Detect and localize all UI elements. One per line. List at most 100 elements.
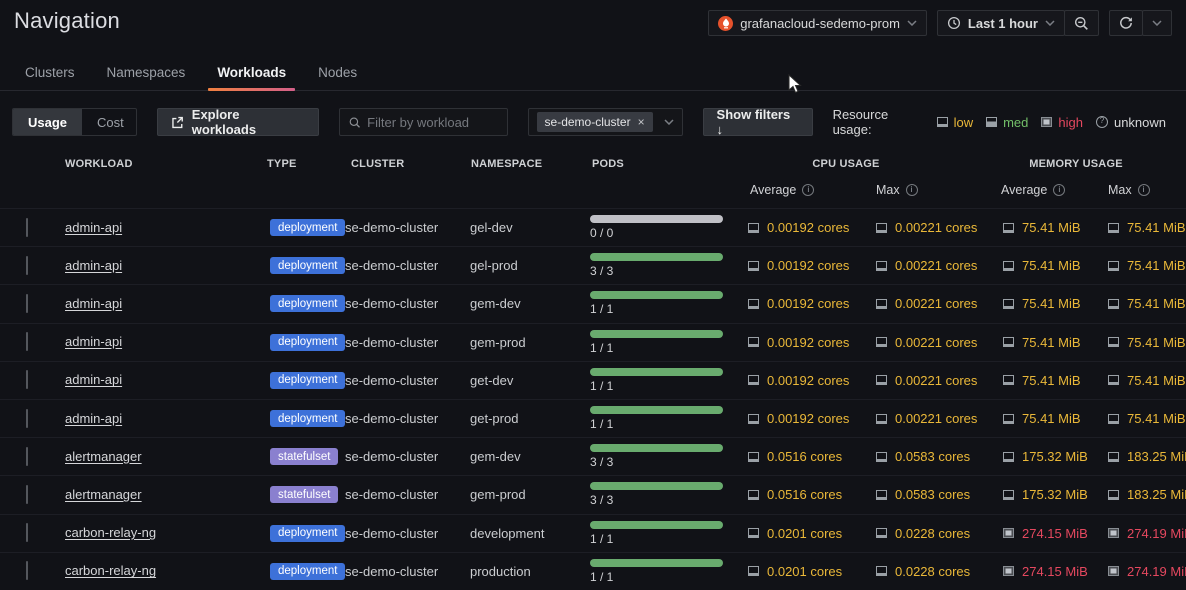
- row-checkbox[interactable]: [26, 332, 28, 351]
- pods-cell: 3 / 3: [590, 444, 748, 469]
- usage-level-icon: [1108, 452, 1119, 462]
- memory-average-cell: 75.41 MiB: [1003, 296, 1108, 311]
- unknown-usage-icon: [1096, 116, 1108, 128]
- col-header-namespace[interactable]: NAMESPACE: [471, 158, 542, 170]
- col-header-memory-average[interactable]: Average: [1001, 183, 1065, 197]
- namespace-cell: gem-prod: [470, 335, 590, 350]
- show-filters-button[interactable]: Show filters ↓: [703, 108, 813, 136]
- col-header-memory-max[interactable]: Max: [1108, 183, 1150, 197]
- usage-level-icon: [1108, 261, 1119, 271]
- workload-link[interactable]: alertmanager: [65, 449, 142, 464]
- pods-cell: 1 / 1: [590, 559, 748, 584]
- legend-unknown-label: unknown: [1114, 115, 1166, 130]
- workload-link[interactable]: admin-api: [65, 220, 122, 235]
- pods-bar: [590, 368, 723, 376]
- usage-level-icon: [1003, 299, 1014, 309]
- usage-level-icon: [1003, 490, 1014, 500]
- pods-count: 3 / 3: [590, 455, 748, 469]
- cluster-cell: se-demo-cluster: [345, 564, 470, 579]
- resource-usage-label: Resource usage:: [833, 107, 924, 137]
- cpu-max-cell: 0.0228 cores: [876, 526, 1003, 541]
- workload-link[interactable]: alertmanager: [65, 487, 142, 502]
- time-range-picker[interactable]: Last 1 hour: [937, 10, 1065, 36]
- usage-level-icon: [1108, 414, 1119, 424]
- refresh-button[interactable]: [1109, 10, 1143, 36]
- col-header-type[interactable]: TYPE: [267, 158, 297, 170]
- pods-cell: 1 / 1: [590, 330, 748, 355]
- cluster-select[interactable]: se-demo-cluster ×: [528, 108, 683, 136]
- cpu-max-cell: 0.00221 cores: [876, 258, 1003, 273]
- usage-level-icon: [748, 337, 759, 347]
- memory-average-cell: 75.41 MiB: [1003, 411, 1108, 426]
- cluster-chip: se-demo-cluster ×: [537, 112, 653, 132]
- workload-filter-input[interactable]: [367, 115, 497, 130]
- row-checkbox[interactable]: [26, 561, 28, 580]
- col-header-pods[interactable]: PODS: [592, 158, 624, 170]
- row-checkbox[interactable]: [26, 409, 28, 428]
- pods-bar: [590, 291, 723, 299]
- row-checkbox[interactable]: [26, 523, 28, 542]
- explore-workloads-label: Explore workloads: [192, 107, 305, 137]
- row-checkbox[interactable]: [26, 370, 28, 389]
- usage-level-icon: [748, 299, 759, 309]
- namespace-cell: gel-dev: [470, 220, 590, 235]
- pods-cell: 0 / 0: [590, 215, 748, 240]
- tab-bar: Clusters Namespaces Workloads Nodes: [0, 60, 1186, 91]
- row-checkbox[interactable]: [26, 256, 28, 275]
- workload-link[interactable]: carbon-relay-ng: [65, 525, 156, 540]
- pods-cell: 1 / 1: [590, 521, 748, 546]
- info-icon[interactable]: [1138, 184, 1150, 196]
- namespace-cell: gel-prod: [470, 258, 590, 273]
- tab-clusters[interactable]: Clusters: [14, 60, 86, 90]
- type-badge: deployment: [270, 219, 345, 236]
- workload-link[interactable]: admin-api: [65, 334, 122, 349]
- tab-workloads[interactable]: Workloads: [206, 60, 297, 90]
- pods-cell: 3 / 3: [590, 253, 748, 278]
- explore-workloads-button[interactable]: Explore workloads: [157, 108, 319, 136]
- col-header-cpu-max[interactable]: Max: [876, 183, 918, 197]
- usage-level-icon: [748, 375, 759, 385]
- cpu-average-cell: 0.00192 cores: [748, 258, 876, 273]
- cpu-average-cell: 0.0516 cores: [748, 487, 876, 502]
- type-badge: deployment: [270, 295, 345, 312]
- namespace-cell: get-prod: [470, 411, 590, 426]
- memory-average-cell: 75.41 MiB: [1003, 335, 1108, 350]
- usage-cost-toggle: Usage Cost: [12, 108, 137, 136]
- workload-link[interactable]: admin-api: [65, 258, 122, 273]
- usage-level-icon: [748, 566, 759, 576]
- time-range-label: Last 1 hour: [968, 16, 1038, 31]
- show-filters-label: Show filters ↓: [717, 107, 799, 137]
- pods-cell: 1 / 1: [590, 368, 748, 393]
- datasource-picker[interactable]: grafanacloud-sedemo-prom: [708, 10, 927, 36]
- refresh-interval-dropdown[interactable]: [1142, 10, 1172, 36]
- toggle-option-usage[interactable]: Usage: [13, 109, 82, 135]
- tab-nodes[interactable]: Nodes: [307, 60, 368, 90]
- row-checkbox[interactable]: [26, 447, 28, 466]
- workloads-table-header: WORKLOAD TYPE CLUSTER NAMESPACE PODS CPU…: [0, 150, 1186, 208]
- col-header-cluster[interactable]: CLUSTER: [351, 158, 404, 170]
- pods-count: 1 / 1: [590, 532, 748, 546]
- namespace-cell: production: [470, 564, 590, 579]
- col-group-memory-usage: MEMORY USAGE: [1016, 158, 1136, 170]
- tab-namespaces[interactable]: Namespaces: [96, 60, 197, 90]
- col-header-cpu-average[interactable]: Average: [750, 183, 814, 197]
- row-checkbox[interactable]: [26, 218, 28, 237]
- cpu-max-cell: 0.0583 cores: [876, 449, 1003, 464]
- workload-link[interactable]: admin-api: [65, 372, 122, 387]
- workload-link[interactable]: admin-api: [65, 296, 122, 311]
- memory-average-cell: 175.32 MiB: [1003, 487, 1108, 502]
- workload-link[interactable]: carbon-relay-ng: [65, 563, 156, 578]
- info-icon[interactable]: [1053, 184, 1065, 196]
- row-checkbox[interactable]: [26, 485, 28, 504]
- remove-chip-icon[interactable]: ×: [638, 115, 645, 129]
- toggle-option-cost[interactable]: Cost: [82, 109, 137, 135]
- row-checkbox[interactable]: [26, 294, 28, 313]
- info-icon[interactable]: [906, 184, 918, 196]
- workload-link[interactable]: admin-api: [65, 411, 122, 426]
- usage-level-icon: [1108, 299, 1119, 309]
- col-header-workload[interactable]: WORKLOAD: [65, 158, 133, 170]
- zoom-out-button[interactable]: [1064, 10, 1099, 36]
- info-icon[interactable]: [802, 184, 814, 196]
- memory-max-cell: 75.41 MiB: [1108, 411, 1186, 426]
- legend-unknown: unknown: [1096, 115, 1166, 130]
